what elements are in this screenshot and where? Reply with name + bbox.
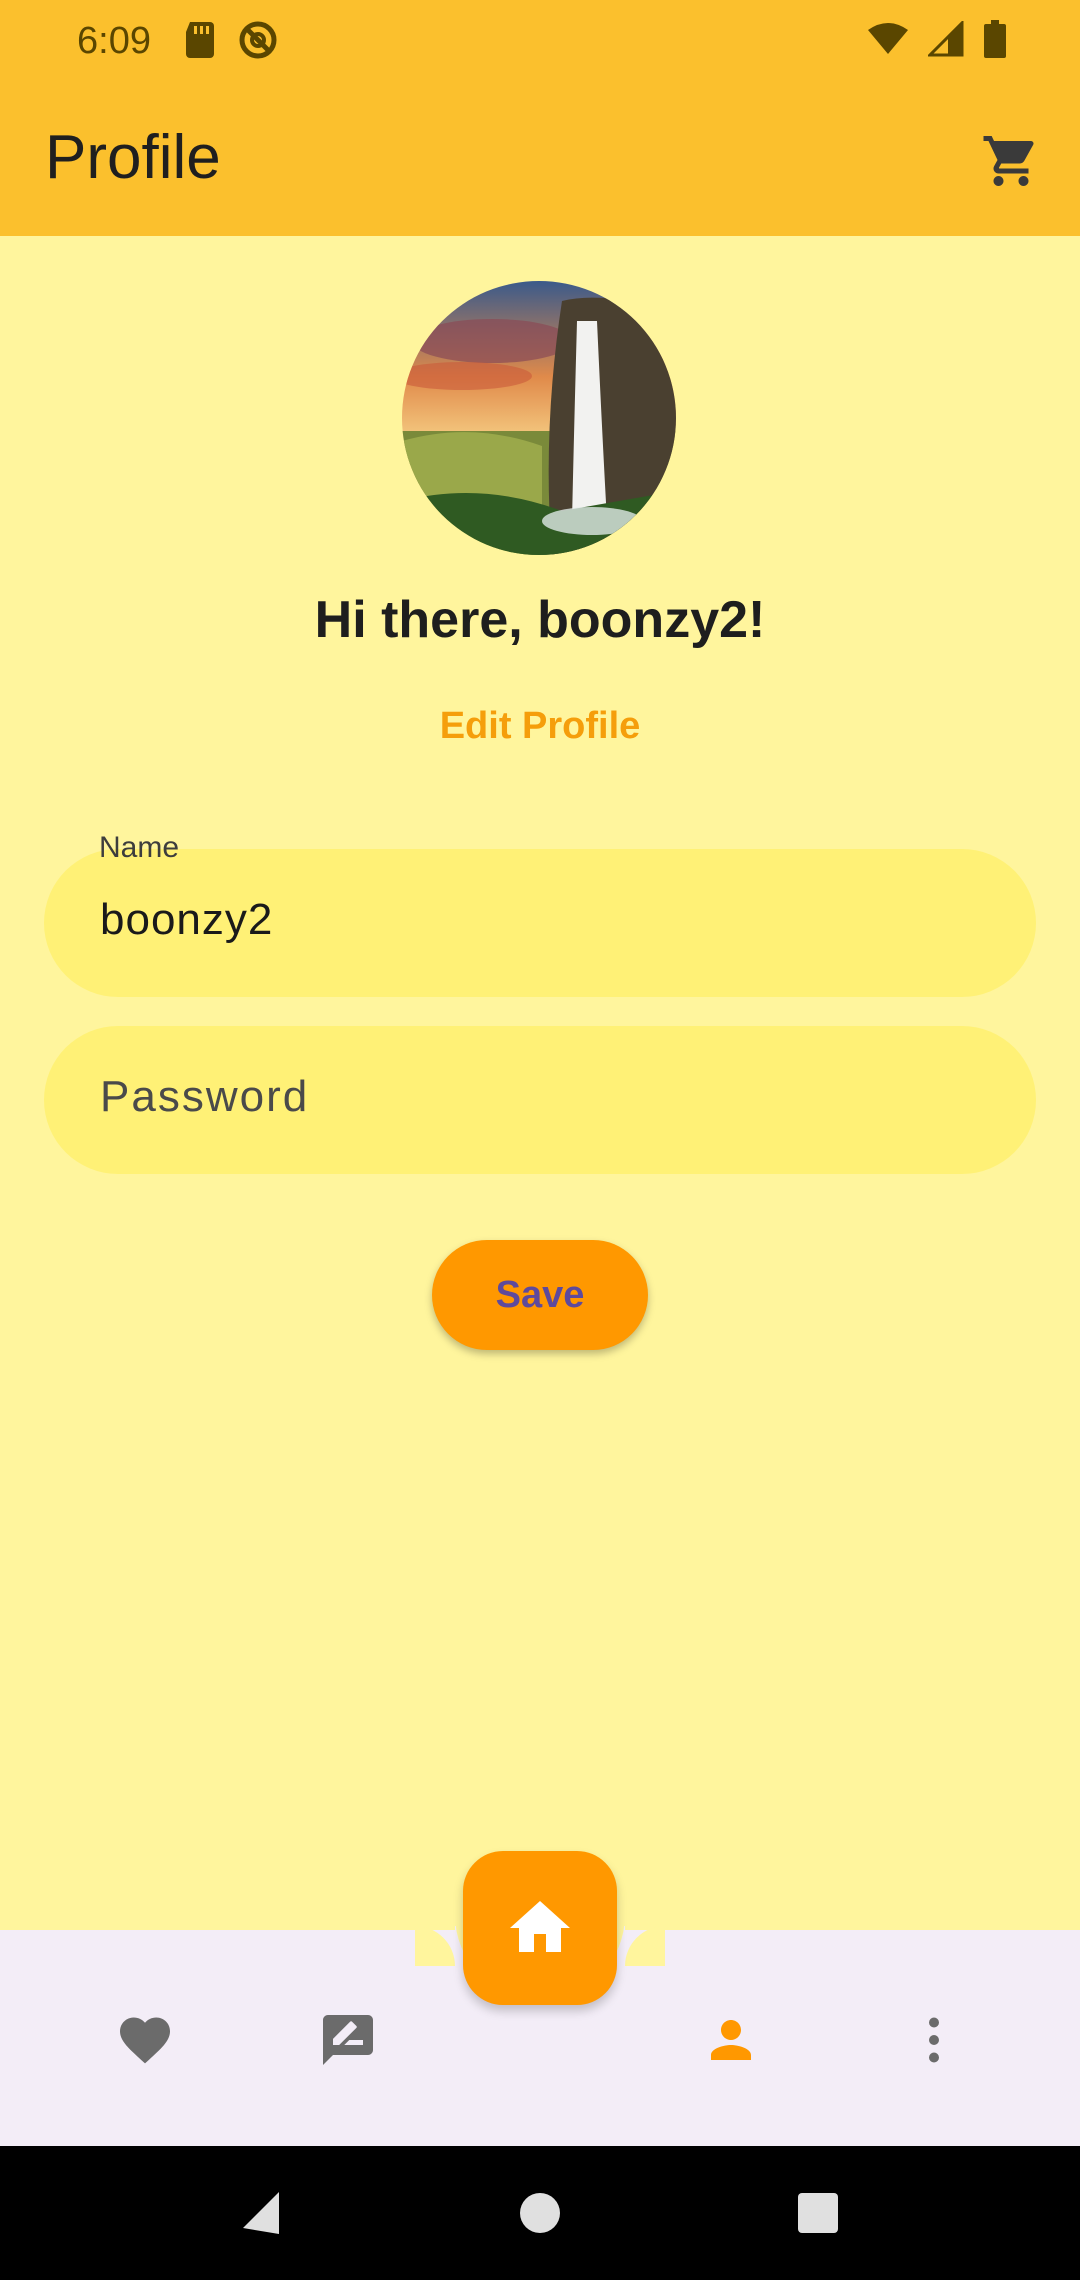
nav-favorites[interactable] [105,2000,185,2080]
status-left-icons [184,20,278,60]
recents-icon [798,2193,838,2233]
more-vert-icon [929,2017,939,2063]
rate-review-icon [323,2015,373,2065]
status-time: 6:09 [77,20,151,62]
nav-reviews[interactable] [308,2000,388,2080]
name-field[interactable]: boonzy2 [44,849,1036,997]
name-label: Name [99,831,180,864]
cart-icon [983,136,1034,186]
status-bar: 6:09 [0,0,1080,86]
page-title: Profile [45,123,221,192]
system-nav-bar [0,2146,1080,2280]
back-icon [243,2192,279,2234]
home-circle-icon [520,2193,560,2233]
name-value: boonzy2 [100,895,274,944]
greeting-text: Hi there, boonzy2! [314,591,766,649]
person-icon [711,2020,751,2060]
wifi-icon [868,23,908,54]
signal-icon [928,21,964,57]
no-sync-icon [239,21,277,59]
avatar[interactable] [402,281,676,555]
nav-profile[interactable] [691,2000,771,2080]
home-fab[interactable] [463,1851,617,2005]
status-right-icons [868,20,1006,58]
app-bar: Profile [0,86,1080,236]
back-button[interactable] [230,2181,294,2245]
sd-card-icon [186,22,214,58]
home-button[interactable] [508,2181,572,2245]
cart-button[interactable] [976,126,1046,196]
save-button[interactable]: Save [432,1240,648,1350]
battery-icon [984,20,1006,58]
password-field[interactable]: Password [44,1026,1036,1174]
recents-button[interactable] [786,2181,850,2245]
home-icon [510,1901,570,1952]
nav-more[interactable] [894,2000,974,2080]
waterfall-landscape-photo [402,281,676,555]
password-placeholder: Password [100,1072,310,1121]
edit-profile-link[interactable]: Edit Profile [0,705,1080,748]
heart-icon [120,2017,170,2064]
